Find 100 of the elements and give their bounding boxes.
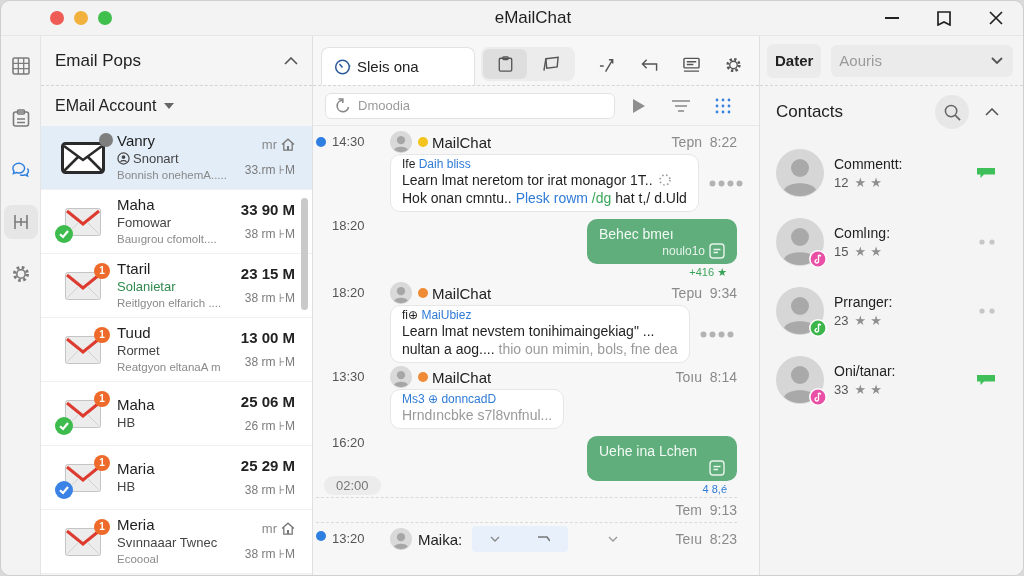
received-time: 25 29 M [240,457,295,474]
bookmark-icon [937,10,951,26]
grid-icon [11,57,30,75]
sender-name: Maika: [418,530,463,548]
contact-item[interactable]: Commentt: 12 ★ ★ [760,138,1023,207]
timestamp-label: Toıu 8:14 [675,369,737,385]
email-item[interactable]: Vanry Snonart Bonnish onehemA..... mr 33.rm ⊦M [41,126,312,190]
avatar-silhouette [776,286,824,335]
email-item[interactable]: Maha Fomowar Bauıgrou cfomolt.... 33 90 M 38 rm ⊦M [41,190,312,254]
message-time: 18:20 [332,284,366,300]
received-age: 38 rm ⊦M [244,227,295,241]
chevron-up-icon [985,108,999,116]
sidebar-button[interactable] [3,205,38,239]
unread-count-badge: 1 [94,454,110,471]
settings-icon [11,265,30,283]
more-icon[interactable] [708,179,743,187]
sender-name: Maria [117,460,156,478]
avatar-silhouette [390,528,412,550]
avatar-silhouette [776,355,824,404]
contact-item[interactable]: Prranger: 23 ★ ★ [760,276,1023,345]
avatar-silhouette [776,148,824,197]
dropdown-value: Aouris [839,52,882,69]
unread-count-badge: 1 [94,390,110,407]
email-item[interactable]: 1 Tuud Rormet Reatgyon eltanaA m 13 00 M 38 rm ⊦M [41,318,312,382]
zoom-light[interactable] [98,11,112,25]
search-button[interactable] [935,95,969,129]
message-link[interactable]: Plesk rowm [515,190,588,206]
chat-bubble-icon[interactable] [977,167,995,178]
columns-icon [11,213,30,231]
sender-name: MailChat [432,133,492,151]
contact-count: 15 [834,243,849,259]
sender-name: Vanry [117,132,157,150]
email-subject: Fomowar [117,214,172,231]
star-marks: ★ ★ [854,174,882,190]
close-icon [989,11,1003,25]
email-item[interactable]: 1 Maria HB 25 29 M 38 rm ⊦M [41,446,312,510]
contact-name: Comlıng: [834,224,891,241]
chevron-up-icon [284,56,298,65]
email-subject: Svınnaaar Twnec [117,534,218,551]
account-dropdown[interactable]: EMail Account [41,86,175,126]
email-item[interactable]: 1 Meria Svınnaaar Twnec Ecoooal mr 38 rm ⊦M [41,510,312,574]
message-link[interactable]: MaiUbiez [421,308,472,322]
time-pill: 02:00 [324,476,381,495]
scrollbar-thumb[interactable] [301,198,308,310]
close-light[interactable] [50,11,64,25]
envelope-icon [65,271,101,300]
email-preview: Bonnish onehemA..... [117,168,228,183]
sender-name: Ttaril [117,260,152,278]
message-text: Hrndıncbke s7l8vnfnul... [402,406,553,424]
sender-name: MailChat [432,368,492,386]
flag-icon [542,56,560,72]
message-text: Uehe ina Lchen [599,442,699,460]
email-preview: Reitlgyon elfarich .... [117,296,223,311]
search-field[interactable]: Dmoodia [325,92,615,119]
contact-name: Oni/tanar: [834,362,896,379]
unread-count-badge: 1 [94,262,110,279]
window-list-icon [682,57,700,73]
toolbar-button[interactable] [483,49,527,79]
avatar-silhouette [390,282,412,304]
email-item[interactable]: 1 Ttaril Solanietar Reitlgyon elfarich .... 23 15 M 38 rm ⊦M [41,254,312,318]
message-time: 13:20 [332,530,366,546]
conversation-tab[interactable]: Sleis ona [321,47,475,85]
chat-square-icon [709,243,725,259]
contact-name: Prranger: [834,293,893,310]
message-text: Learn lmat neretom tor irat monagor 1T.. [402,171,653,189]
message-link[interactable]: Ms3 ⊕ donncadD [402,392,497,406]
envelope-icon [65,399,101,428]
unread-count-badge: 1 [94,326,110,343]
filter-tab[interactable]: Dater [767,43,822,78]
clipboard-icon [11,109,30,127]
contact-item[interactable]: Comlıng: 15 ★ ★ [760,207,1023,276]
message-link[interactable]: Daih bliss [418,157,471,171]
filter-icon [672,99,690,112]
contact-count: 23 [834,312,849,328]
more-icon[interactable] [699,330,734,338]
message-text: Behec bmeı [599,225,675,243]
received-age: 38 rm ⊦M [244,483,295,497]
contact-item[interactable]: Oni/tanar: 33 ★ ★ [760,345,1023,414]
avatar-silhouette [776,217,824,266]
sender-name: Maha [117,196,156,214]
chat-bubble-icon[interactable] [977,374,995,385]
star-marks: ★ ★ [854,243,882,259]
message-time: 14:30 [332,133,366,149]
panel-title: Contacts [776,102,844,122]
email-preview: Reatgyon eltanaA m [117,360,222,375]
refresh-icon[interactable] [335,97,351,114]
email-subject: Rormet [117,342,160,359]
minimize-icon [885,17,899,19]
read-receipt: 4 8,é [702,483,727,495]
chevron-down-icon [991,57,1003,64]
window-title: eMailChat [494,8,572,28]
contact-count: 12 [834,174,849,190]
received-time: mr [261,521,277,536]
message-time: 16:20 [332,434,366,450]
received-time: 33 90 M [240,201,295,218]
dash-icon [538,536,551,542]
email-subject: Solanietar [117,278,176,295]
contact-name: Commentt: [834,155,903,172]
received-age: 38 rm ⊦M [244,291,295,305]
email-item[interactable]: 1 Maha HB 25 06 M 26 rm ⊦M [41,382,312,446]
